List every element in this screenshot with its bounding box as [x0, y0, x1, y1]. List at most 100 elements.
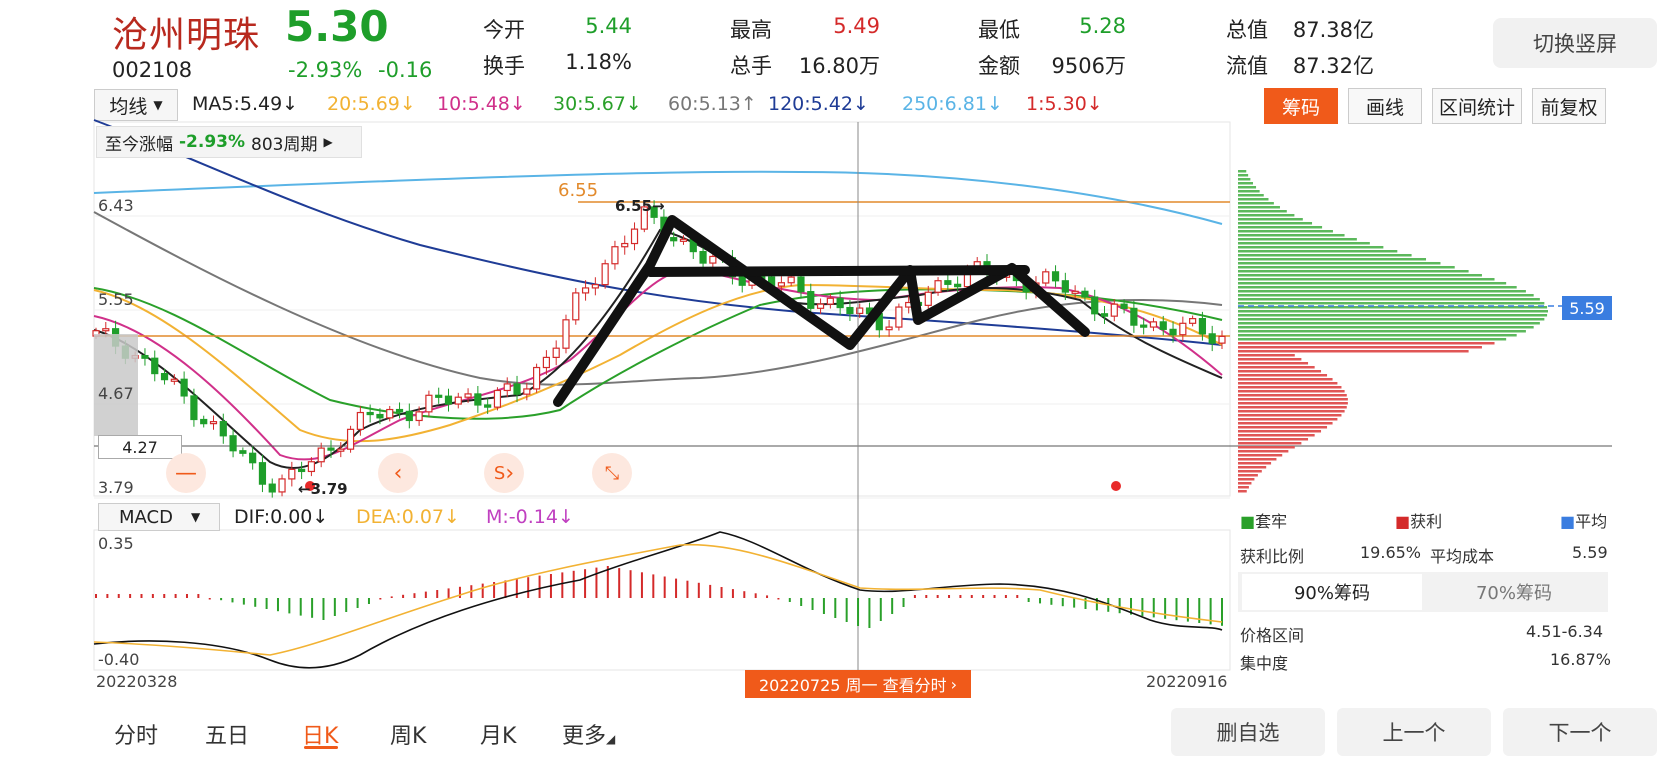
next-stock-button[interactable]: 下一个 — [1503, 708, 1657, 756]
avg-legend-icon: ■ — [1560, 512, 1576, 531]
chip-bar — [1238, 246, 1384, 249]
corner-icon: ◢ — [606, 732, 616, 746]
candle-body — [1120, 303, 1128, 309]
tab-intraday[interactable]: 分时 — [114, 718, 158, 750]
macd-bar — [640, 572, 643, 598]
zoom-out-button[interactable]: — — [166, 453, 206, 493]
m-label: M:-0.14 — [486, 506, 558, 528]
candle-body — [797, 276, 805, 293]
chip-bar — [1238, 214, 1295, 217]
macd-bar — [652, 574, 655, 598]
macd-bar — [697, 582, 700, 598]
minus-icon: — — [175, 460, 197, 486]
prev-stock-button[interactable]: 上一个 — [1337, 708, 1491, 756]
macd-bar — [106, 594, 109, 598]
candle-body — [503, 383, 511, 392]
chip-bar — [1238, 338, 1507, 341]
chip-bar — [1238, 190, 1260, 193]
macd-bar — [663, 576, 666, 598]
avg-cost-value: 5.59 — [1572, 543, 1608, 562]
concentration-value: 16.87% — [1550, 650, 1612, 669]
chip-bar — [1238, 422, 1333, 425]
macd-bar — [845, 598, 848, 622]
low-mark-label: ←3.79 — [298, 480, 348, 498]
macd-top-label: 0.35 — [98, 534, 134, 553]
macd-bar — [254, 598, 257, 607]
chip-bar — [1238, 394, 1347, 397]
scroll-left-button[interactable]: ‹ — [378, 453, 418, 493]
macd-bar — [333, 598, 336, 616]
candle-body — [298, 468, 306, 473]
chip-bar — [1238, 222, 1313, 225]
macd-bar — [390, 596, 393, 598]
candle-body — [1130, 307, 1138, 326]
candle-body — [278, 478, 286, 493]
macd-bar — [891, 598, 894, 614]
candle-body — [542, 356, 551, 369]
macd-bar — [322, 598, 325, 620]
candle-body — [787, 276, 795, 284]
chevron-right-icon: ▶ — [323, 135, 333, 149]
macd-bar — [584, 569, 587, 598]
candle-body — [709, 255, 717, 264]
chip-bar — [1238, 174, 1249, 177]
macd-bar — [675, 578, 678, 598]
tab-90-chips[interactable]: 90%筹码 — [1242, 574, 1422, 610]
candle-body — [258, 462, 267, 485]
remove-watchlist-button[interactable]: 删自选 — [1171, 708, 1325, 756]
view-intraday-chip[interactable]: 20220725 周一 查看分时 › — [745, 670, 971, 698]
macd-bar — [356, 598, 359, 608]
sell-signal-button[interactable]: S › — [484, 453, 524, 493]
chip-bar — [1238, 386, 1342, 389]
since-label: 至今涨幅 — [105, 134, 173, 155]
since-change-box[interactable]: 至今涨幅 -2.93% 803周期 ▶ — [96, 126, 362, 158]
chip-bar — [1238, 310, 1548, 313]
chip-bar — [1238, 346, 1482, 349]
candle-body — [699, 250, 707, 264]
candle-body — [533, 366, 541, 390]
macd-bar — [208, 598, 211, 600]
macd-bar — [231, 598, 234, 603]
macd-bar — [402, 594, 405, 598]
tab-weekly-k[interactable]: 周K — [390, 718, 426, 750]
signal-marker — [1111, 481, 1121, 491]
candle-body — [826, 297, 834, 305]
macd-bar — [572, 570, 575, 598]
tab-more[interactable]: 更多◢ — [562, 718, 615, 750]
chip-bar — [1238, 438, 1309, 441]
price-label-4: 3.79 — [98, 478, 134, 497]
chip-bar — [1238, 242, 1370, 245]
chip-bar — [1238, 286, 1517, 289]
chip-bar — [1238, 402, 1348, 405]
date-chip-label: 20220725 周一 查看分时 — [758, 676, 947, 695]
candle-body — [229, 435, 237, 452]
candle-body — [200, 418, 208, 425]
chip-bar — [1238, 318, 1545, 321]
macd-bar — [970, 595, 973, 598]
compress-button[interactable]: ⤡ — [592, 453, 632, 493]
drawn-pattern — [553, 215, 1090, 407]
kline-chart[interactable] — [0, 0, 1669, 768]
dea-line — [93, 543, 1223, 656]
candle-body — [591, 284, 599, 289]
candle-body — [1198, 318, 1207, 335]
tab-monthly-k[interactable]: 月K — [480, 718, 516, 750]
chip-bar — [1238, 362, 1309, 365]
macd-select-label: MACD — [119, 506, 173, 528]
chip-bar — [1238, 238, 1357, 241]
macd-bar — [913, 595, 916, 598]
candle-body — [670, 237, 678, 242]
candle-body — [934, 280, 942, 293]
chip-bar — [1238, 262, 1441, 265]
profit-legend-icon: ■ — [1395, 512, 1411, 531]
macd-select[interactable]: MACD ▼ — [98, 503, 220, 531]
macd-bar — [538, 575, 541, 598]
tab-five-day[interactable]: 五日 — [205, 718, 249, 750]
concentration-label: 集中度 — [1240, 654, 1289, 673]
macd-bar — [743, 591, 746, 598]
chip-bar — [1238, 414, 1342, 417]
tab-70-chips[interactable]: 70%筹码 — [1424, 574, 1604, 610]
chip-bar — [1238, 330, 1526, 333]
candle-body — [1208, 333, 1216, 344]
chip-bar — [1238, 226, 1323, 229]
